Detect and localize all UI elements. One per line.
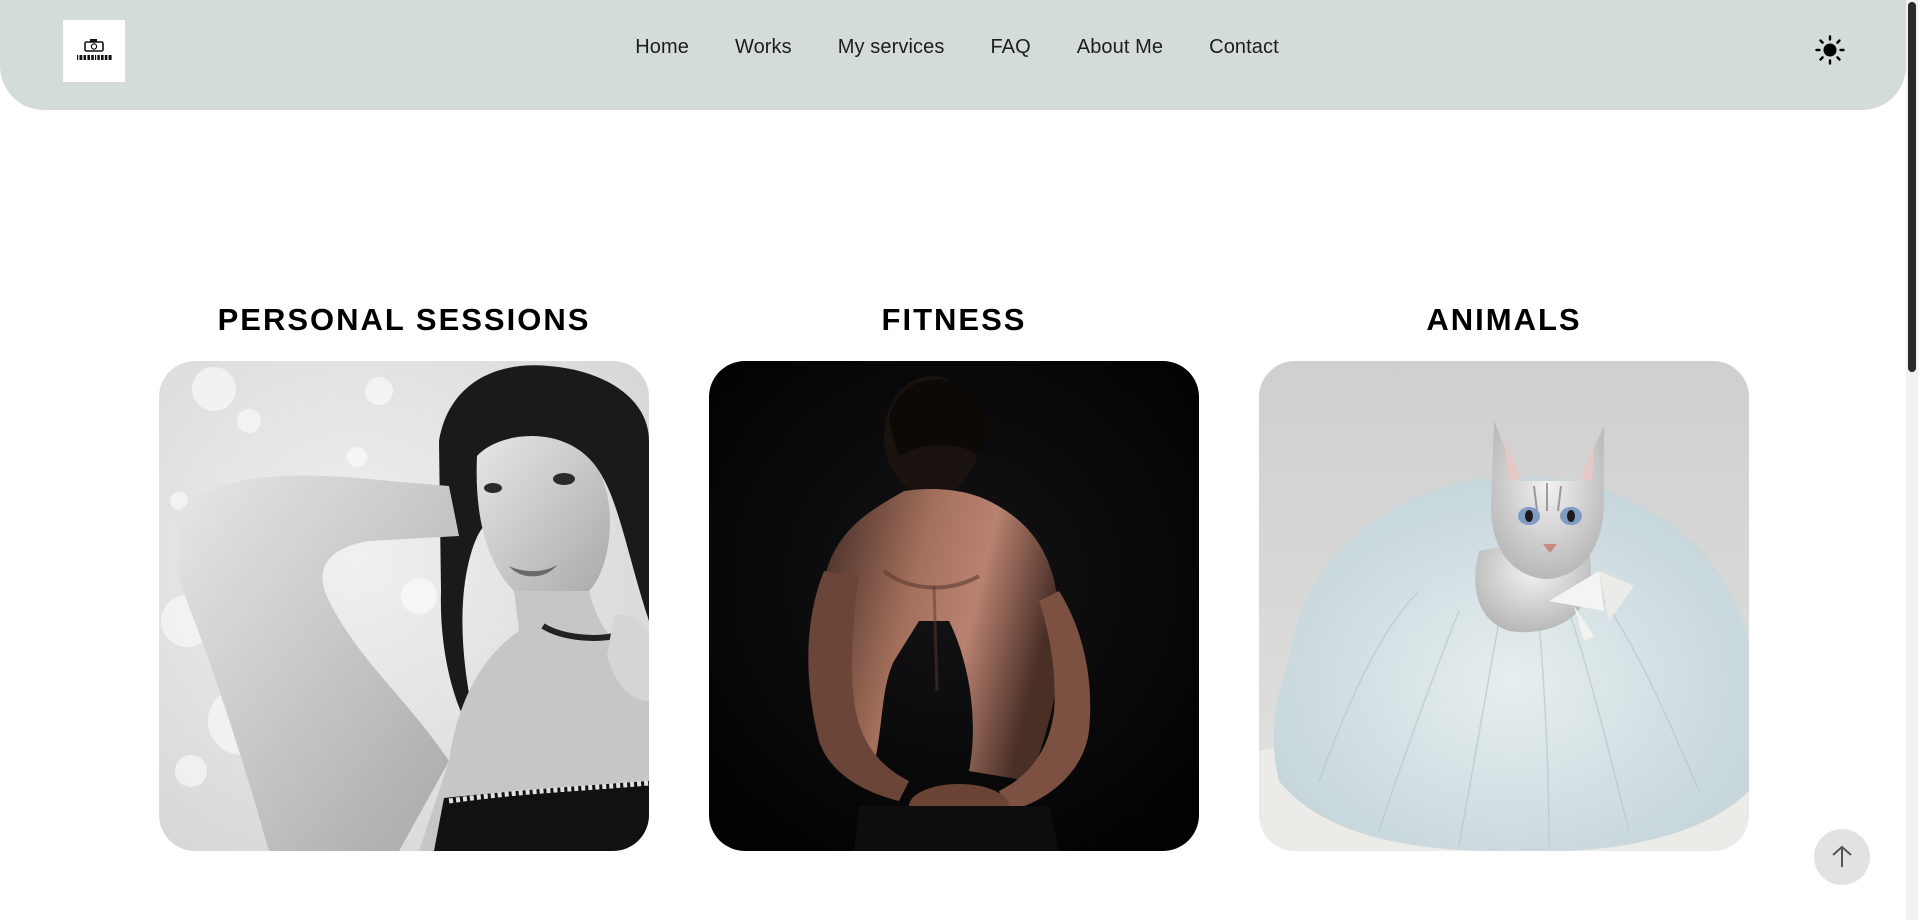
sun-icon [1815,35,1845,65]
page-scrollbar[interactable] [1906,0,1918,920]
fitness-photo[interactable] [709,361,1199,851]
scrollbar-thumb[interactable] [1908,2,1916,372]
nav-contact[interactable]: Contact [1209,36,1279,59]
main-nav: Home Works My services FAQ About Me Cont… [8,36,1906,59]
category-card-animals: ANIMALS [1259,298,1749,851]
nav-home[interactable]: Home [635,36,689,59]
category-title: FITNESS [881,302,1027,337]
portrait-photo[interactable] [159,361,649,851]
page: Home Works My services FAQ About Me Cont… [0,0,1918,920]
category-card-fitness: FITNESS [709,298,1199,851]
arrow-up-icon [1832,845,1852,867]
nav-my-services[interactable]: My services [838,36,945,59]
nav-about-me[interactable]: About Me [1077,36,1163,59]
cat-photo[interactable] [1259,361,1749,851]
scroll-to-top-button[interactable] [1814,829,1870,885]
category-card-personal-sessions: PERSONAL SESSIONS [159,298,649,851]
site-header: Home Works My services FAQ About Me Cont… [0,0,1906,110]
category-title: PERSONAL SESSIONS [217,302,591,337]
nav-works[interactable]: Works [735,36,792,59]
category-title: ANIMALS [1426,302,1582,337]
theme-toggle-button[interactable] [1815,35,1845,65]
nav-faq[interactable]: FAQ [990,36,1030,59]
